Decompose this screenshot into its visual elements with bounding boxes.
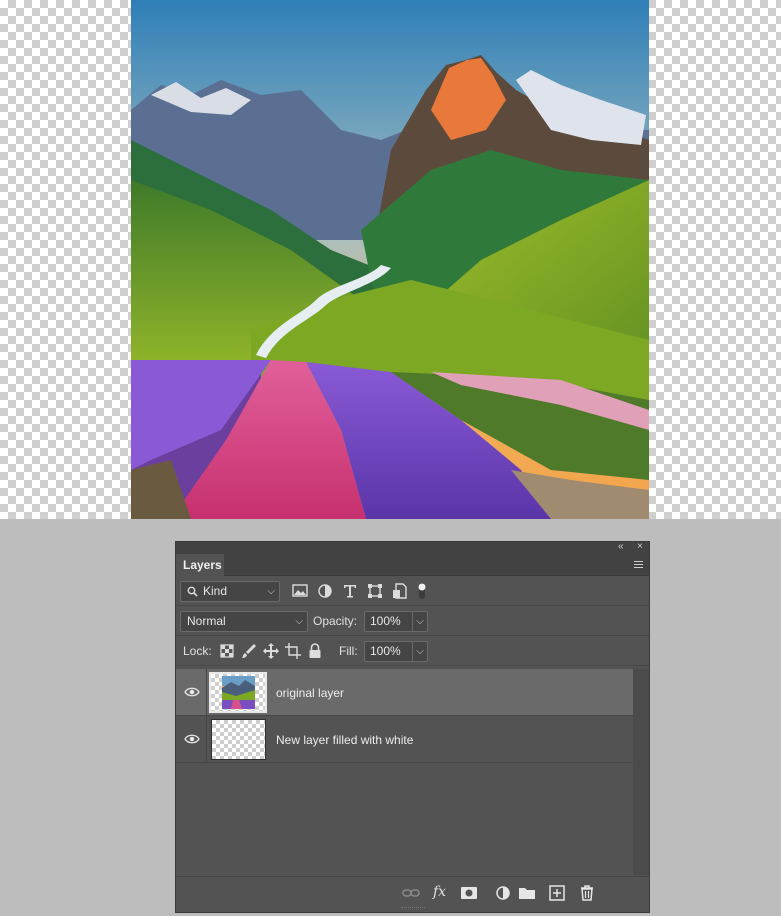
filter-toggle-icon[interactable] — [413, 582, 431, 600]
divider — [206, 669, 207, 716]
fill-value: 100% — [370, 644, 401, 658]
layer-thumbnail[interactable] — [211, 719, 266, 760]
type-filter-icon[interactable] — [341, 582, 359, 600]
smart-object-filter-icon[interactable] — [391, 582, 409, 600]
filter-kind-dropdown[interactable]: Kind ⌵ — [180, 581, 280, 602]
close-panel-button[interactable]: × — [637, 541, 643, 553]
filter-row: Kind ⌵ — [176, 576, 649, 606]
resize-grip[interactable] — [401, 907, 425, 910]
blend-mode-dropdown[interactable]: Normal ⌵ — [180, 611, 308, 632]
fx-icon[interactable]: fx — [433, 884, 453, 904]
opacity-label: Opacity: — [313, 614, 358, 628]
filter-kind-label: Kind — [203, 584, 228, 598]
lock-artboard-icon[interactable] — [284, 642, 302, 660]
eye-icon[interactable] — [184, 686, 200, 698]
new-layer-icon[interactable] — [547, 883, 567, 903]
adjustment-filter-icon[interactable] — [316, 582, 334, 600]
layer-name[interactable]: original layer — [276, 686, 344, 700]
layer-row-white[interactable]: New layer filled with white — [176, 716, 633, 763]
hamburger-icon[interactable] — [634, 561, 643, 570]
panel-title-bar[interactable]: « × — [176, 541, 649, 554]
opacity-value: 100% — [370, 614, 401, 628]
chevron-down-icon[interactable]: ⌵ — [412, 612, 427, 631]
panel-footer: fx — [176, 876, 649, 912]
layer-name[interactable]: New layer filled with white — [276, 733, 413, 747]
layer-row-original[interactable]: original layer — [176, 669, 633, 716]
fill-label: Fill: — [339, 644, 358, 658]
landscape-image — [131, 0, 649, 519]
fill-field[interactable]: 100% ⌵ — [364, 641, 428, 662]
shape-filter-icon[interactable] — [366, 582, 384, 600]
layers-list: original layer New layer filled with whi… — [176, 669, 649, 875]
lock-position-icon[interactable] — [262, 642, 280, 660]
lock-all-icon[interactable] — [306, 642, 324, 660]
document-canvas[interactable] — [0, 0, 781, 519]
add-mask-icon[interactable] — [459, 883, 479, 903]
eye-icon[interactable] — [184, 733, 200, 745]
lock-transparent-pixels-icon[interactable] — [218, 642, 236, 660]
opacity-field[interactable]: 100% ⌵ — [364, 611, 428, 632]
collapse-panel-button[interactable]: « — [618, 541, 624, 553]
chevron-down-icon: ⌵ — [295, 616, 303, 627]
delete-icon[interactable] — [577, 883, 597, 903]
chevron-down-icon[interactable]: ⌵ — [412, 642, 427, 661]
chevron-down-icon: ⌵ — [267, 586, 275, 597]
blend-row: Normal ⌵ Opacity: 100% ⌵ — [176, 606, 649, 636]
search-icon — [187, 586, 198, 597]
link-layers-icon[interactable] — [401, 883, 421, 903]
blend-mode-value: Normal — [187, 614, 226, 628]
layer-thumbnail[interactable] — [209, 672, 267, 713]
layers-scrollbar[interactable] — [633, 669, 649, 875]
lock-image-pixels-icon[interactable] — [240, 642, 258, 660]
divider — [206, 716, 207, 763]
new-group-icon[interactable] — [517, 883, 537, 903]
layers-panel: « × Layers Kind ⌵ Normal ⌵ Opacity: 100% — [175, 541, 650, 913]
lock-row: Lock: Fill: 100% ⌵ — [176, 636, 649, 666]
panel-tab-bar: Layers — [176, 554, 649, 576]
lock-label: Lock: — [183, 644, 212, 658]
tab-layers[interactable]: Layers — [176, 554, 224, 576]
new-adjustment-icon[interactable] — [493, 883, 513, 903]
image-filter-icon[interactable] — [291, 582, 309, 600]
